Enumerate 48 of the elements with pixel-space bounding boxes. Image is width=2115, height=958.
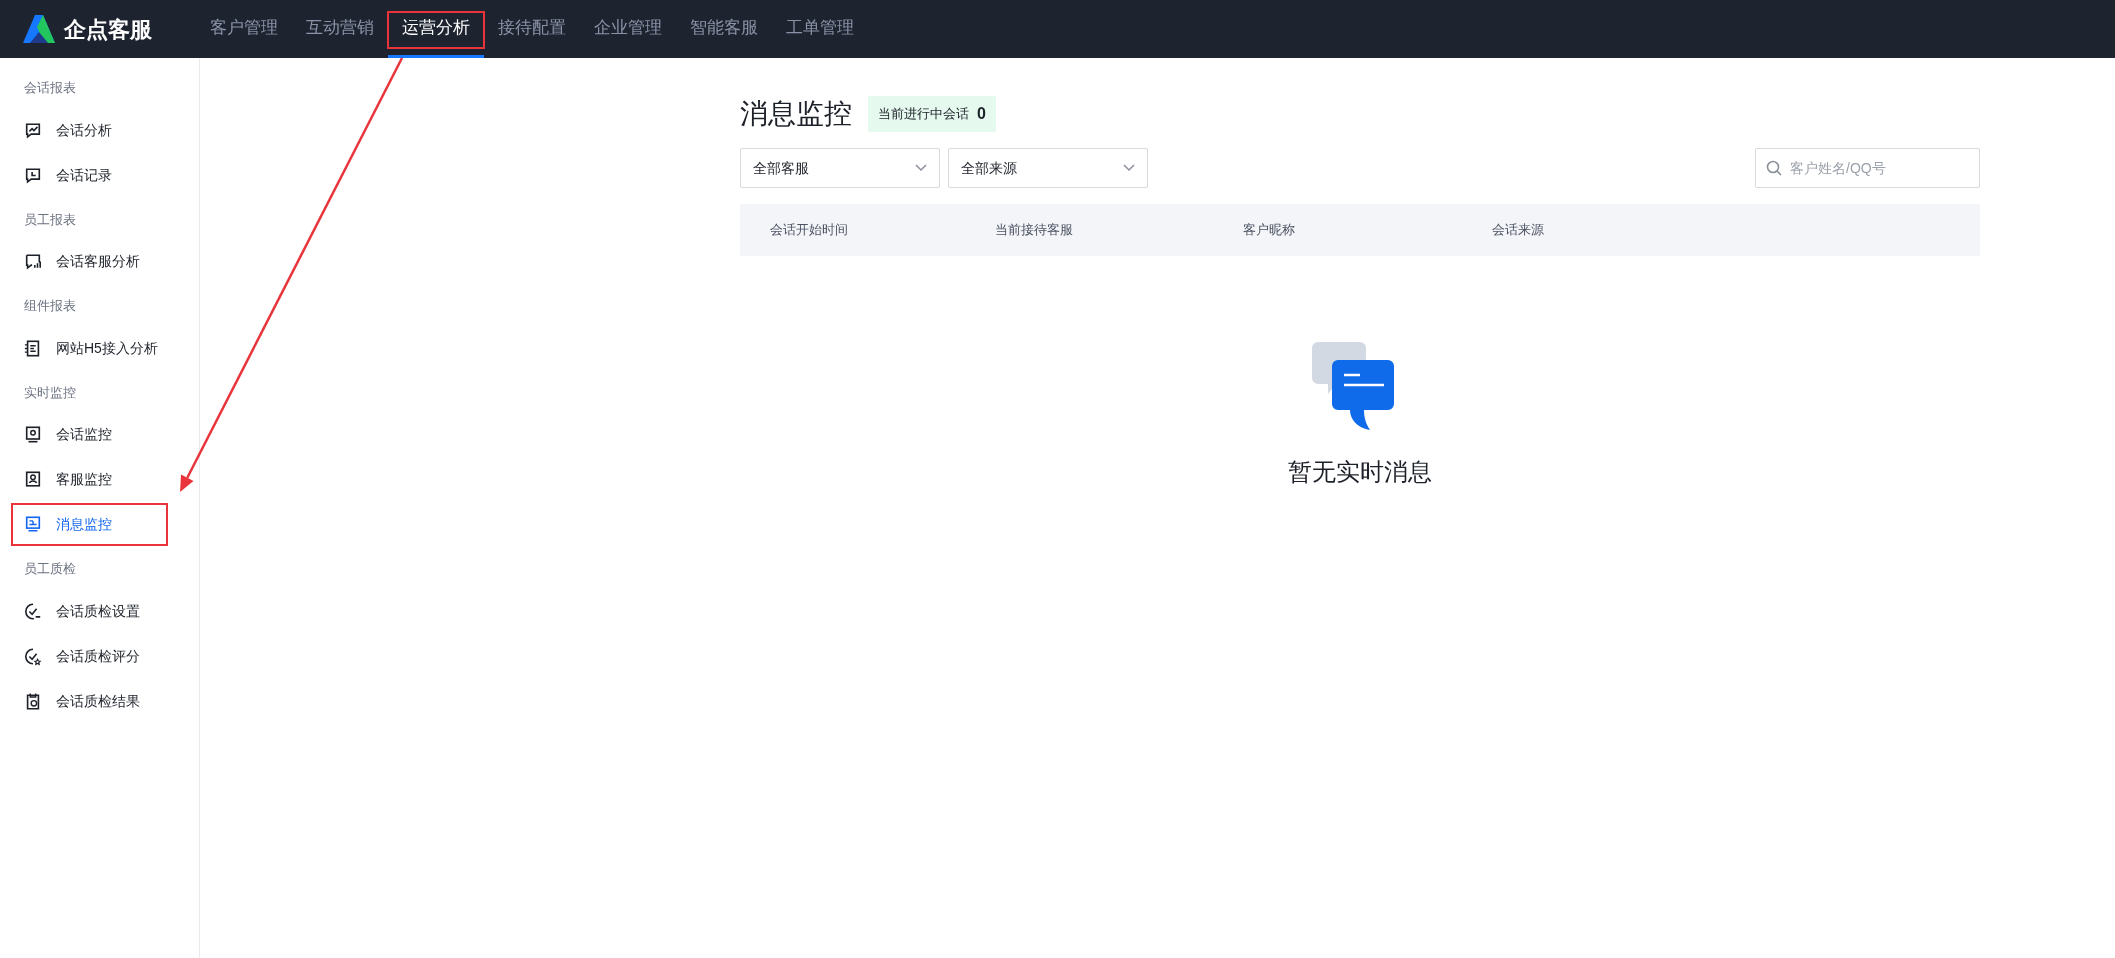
column-header: 会话来源 [1492, 221, 1544, 240]
check-bubble-icon [24, 601, 42, 621]
chevron-down-icon [915, 164, 927, 172]
sidebar-item[interactable]: 会话客服分析 [0, 239, 199, 284]
sidebar-item[interactable]: 网站H5接入分析 [0, 325, 199, 371]
sidebar-section-label: 会话报表 [23, 79, 77, 97]
clock-bubble-icon [24, 165, 42, 185]
badge-label: 当前进行中会话 [878, 105, 969, 124]
bar-bubble-icon [24, 252, 42, 271]
star-check-icon [24, 646, 42, 666]
nav-tab[interactable]: 企业管理 [580, 0, 676, 58]
column-header: 当前接待客服 [995, 221, 1074, 240]
nav-tab[interactable]: 互动营销 [292, 0, 388, 58]
person-frame-icon [24, 470, 42, 489]
nav-tab[interactable]: 工单管理 [772, 0, 868, 58]
search-icon [1766, 160, 1782, 176]
nav-tab[interactable]: 接待配置 [484, 0, 580, 58]
column-header: 客户昵称 [1243, 221, 1296, 240]
sidebar-item[interactable]: 会话记录 [0, 152, 199, 198]
notebook-icon [24, 338, 42, 358]
nav-tab[interactable]: 客户管理 [196, 0, 292, 58]
sidebar-item[interactable]: 会话质检评分 [0, 633, 199, 679]
monitor-icon [24, 515, 42, 534]
filter-dropdown[interactable]: 全部来源 [948, 148, 1148, 188]
sidebar-item[interactable]: 会话监控 [0, 412, 199, 457]
sidebar-item[interactable]: 会话质检结果 [0, 678, 199, 724]
empty-state-message: 暂无实时消息 [1288, 457, 1432, 487]
sidebar-item[interactable]: 会话质检设置 [0, 588, 199, 634]
sidebar-section-label: 员工报表 [23, 210, 77, 229]
chart-bubble-icon [24, 120, 42, 140]
sidebar-section-label: 实时监控 [23, 383, 77, 402]
sidebar-item[interactable]: 会话分析 [0, 107, 199, 153]
clipboard-icon [24, 691, 42, 711]
logo-icon [22, 14, 56, 44]
sidebar-item[interactable]: 消息监控 [0, 502, 199, 547]
page-title: 消息监控 [740, 97, 852, 131]
sidebar-item[interactable]: 客服监控 [0, 457, 199, 502]
brand-name: 企点客服 [64, 15, 152, 44]
sidebar-section-label: 组件报表 [23, 297, 77, 315]
filter-dropdown[interactable]: 全部客服 [740, 148, 940, 188]
nav-tab[interactable]: 智能客服 [676, 0, 772, 58]
sidebar-section-label: 员工质检 [23, 560, 77, 578]
chevron-down-icon [1123, 164, 1135, 172]
nav-tab[interactable]: 运营分析 [388, 0, 484, 58]
badge-count: 0 [977, 104, 986, 124]
search-field[interactable]: 客户姓名/QQ号 [1755, 148, 1980, 188]
column-header: 会话开始时间 [770, 221, 849, 240]
monitor-icon [24, 425, 42, 444]
